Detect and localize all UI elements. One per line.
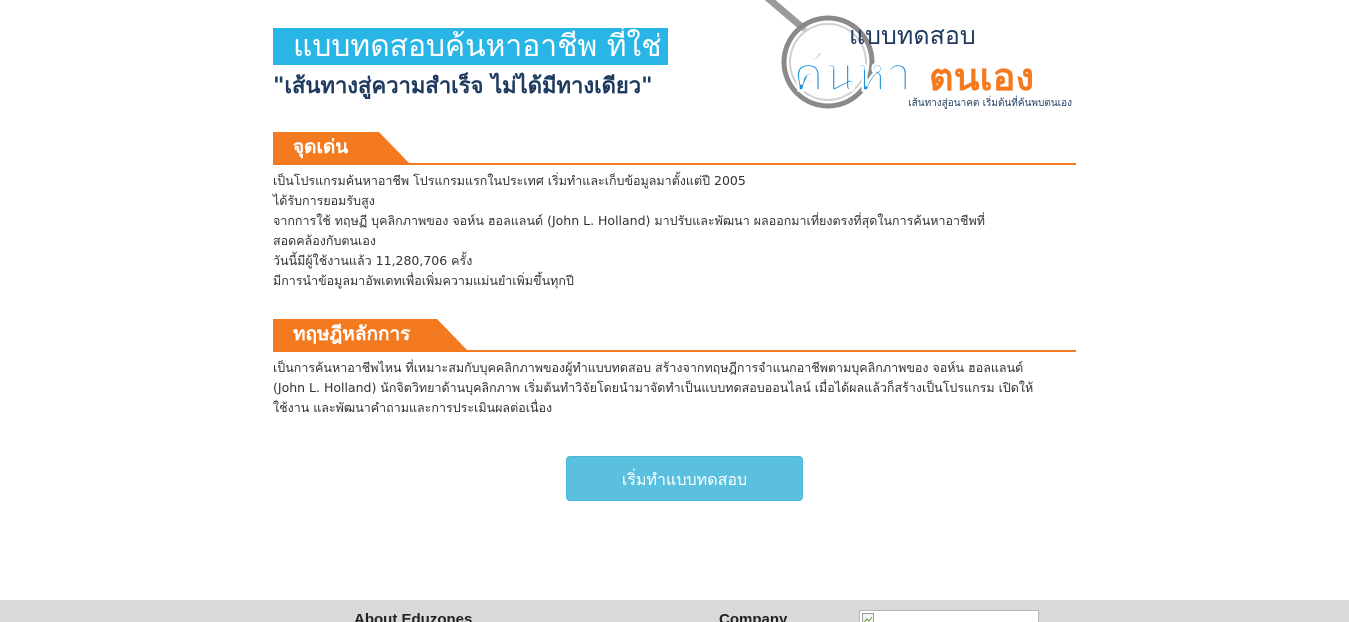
page: แบบทดสอบค้นหาอาชีพ ที่ใช่ "เส้นทางสู่ควา… <box>0 0 1349 622</box>
theory-line: ใช้งาน และพัฒนาคำถามและการประเมินผลต่อเน… <box>273 400 553 415</box>
highlight-line: มีการนำข้อมูลมาอัพเดทเพื่อเพิ่มความแม่นย… <box>273 273 574 288</box>
footer-about-heading: About Eduzones <box>354 611 473 622</box>
theory-body: เป็นการค้นหาอาชีพไหน ที่เหมาะสมกับบุคคลิ… <box>273 358 1076 418</box>
highlights-header: จุดเด่น <box>273 132 1076 165</box>
page-title: แบบทดสอบค้นหาอาชีพ ที่ใช่ <box>273 28 668 65</box>
page-subtitle: "เส้นทางสู่ความสำเร็จ ไม่ได้มีทางเดียว" <box>273 74 653 99</box>
highlights-section: จุดเด่น เป็นโปรแกรมค้นหาอาชีพ โปรแกรมแรก… <box>273 132 1076 291</box>
theory-line: (John L. Holland) นักจิตวิทยาด้านบุคลิกภ… <box>273 380 1034 395</box>
logo-word-blue: ค้นหา <box>793 47 911 101</box>
logo-tagline: เส้นทางสู่อนาคต เริ่มต้นที่ค้นพบตนเอง <box>908 95 1072 109</box>
highlight-line: จากการใช้ ทฤษฏี บุคลิกภาพของ จอห์น ฮอลแล… <box>273 213 986 228</box>
highlight-line: เป็นโปรแกรมค้นหาอาชีพ โปรแกรมแรกในประเทศ… <box>273 173 746 188</box>
highlight-line: วันนี้มีผู้ใช้งานแล้ว 11,280,706 ครั้ง <box>273 253 473 268</box>
footer-image-placeholder <box>859 610 1039 622</box>
highlight-line: ได้รับการยอมรับสูง <box>273 193 375 208</box>
logo-word-orange: ตนเอง <box>929 55 1034 99</box>
theory-section: ทฤษฎีหลักการ เป็นการค้นหาอาชีพไหน ที่เหม… <box>273 319 1076 418</box>
theory-line: เป็นการค้นหาอาชีพไหน ที่เหมาะสมกับบุคคลิ… <box>273 360 1024 375</box>
highlight-line: สอดคล้องกับตนเอง <box>273 233 376 248</box>
theory-heading: ทฤษฎีหลักการ <box>273 319 467 350</box>
highlights-heading: จุดเด่น <box>273 132 409 163</box>
theory-header: ทฤษฎีหลักการ <box>273 319 1076 352</box>
broken-image-icon <box>862 613 874 622</box>
logo-line1: แบบทดสอบ <box>849 21 976 50</box>
footer: About Eduzones Company <box>0 600 1349 622</box>
footer-company-heading: Company <box>719 611 788 622</box>
highlights-body: เป็นโปรแกรมค้นหาอาชีพ โปรแกรมแรกในประเทศ… <box>273 171 1076 291</box>
site-logo: แบบทดสอบ ค้นหา ตนเอง เส้นทางสู่อนาคต เริ… <box>764 0 1072 109</box>
start-test-button[interactable]: เริ่มทำแบบทดสอบ <box>566 456 803 501</box>
